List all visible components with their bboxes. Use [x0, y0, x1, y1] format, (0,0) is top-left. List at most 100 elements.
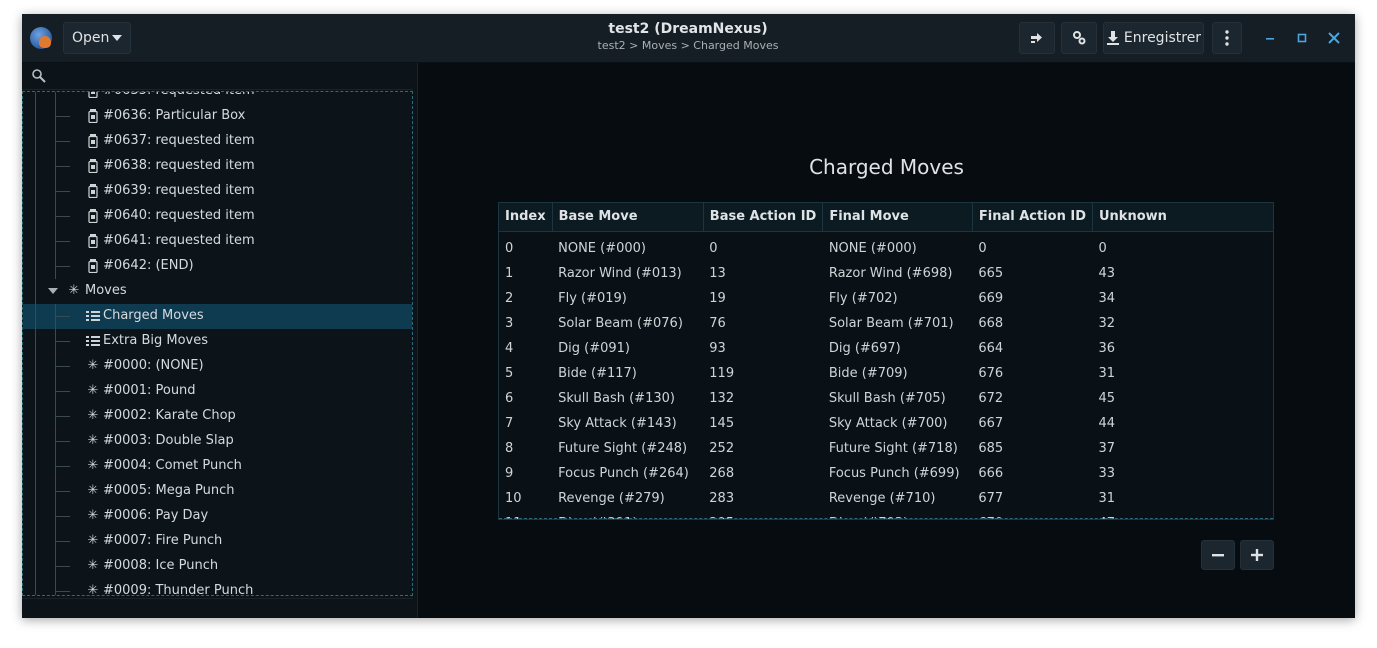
table-cell[interactable]: 0: [972, 231, 1092, 261]
tree-item[interactable]: #0636: Particular Box: [23, 104, 412, 129]
tree-item[interactable]: ✳ #0001: Pound: [23, 379, 412, 404]
tree-item[interactable]: ✳ #0008: Ice Punch: [23, 554, 412, 579]
table-cell[interactable]: 665: [972, 261, 1092, 286]
table-cell[interactable]: Fly (#019): [552, 286, 703, 311]
main-menu-button[interactable]: [1212, 22, 1242, 54]
table-cell[interactable]: 666: [972, 461, 1092, 486]
tree-item[interactable]: ✳ #0009: Thunder Punch: [23, 579, 412, 595]
table-cell[interactable]: 76: [703, 311, 823, 336]
table-cell[interactable]: NONE (#000): [552, 231, 703, 261]
table-row[interactable]: 8 Future Sight (#248) 252 Future Sight (#71…: [499, 436, 1273, 461]
table-cell[interactable]: 3: [499, 311, 552, 336]
table-cell[interactable]: 268: [703, 461, 823, 486]
table-cell[interactable]: Bide (#709): [823, 361, 973, 386]
table-cell[interactable]: 4: [499, 336, 552, 361]
table-cell[interactable]: Future Sight (#718): [823, 436, 973, 461]
table-cell[interactable]: 31: [1092, 361, 1273, 386]
table-cell[interactable]: 2: [499, 286, 552, 311]
table-cell[interactable]: 7: [499, 411, 552, 436]
table-cell[interactable]: 664: [972, 336, 1092, 361]
table-row[interactable]: 9 Focus Punch (#264) 268 Focus Punch (#699)…: [499, 461, 1273, 486]
table-cell[interactable]: 672: [972, 386, 1092, 411]
table-cell[interactable]: 677: [972, 486, 1092, 511]
tree-item[interactable]: #0640: requested item: [23, 204, 412, 229]
table-cell[interactable]: 93: [703, 336, 823, 361]
table-cell[interactable]: 13: [703, 261, 823, 286]
table-cell[interactable]: 1: [499, 261, 552, 286]
table-cell[interactable]: Sky Attack (#700): [823, 411, 973, 436]
table-row[interactable]: 7 Sky Attack (#143) 145 Sky Attack (#700) 66…: [499, 411, 1273, 436]
tree-item[interactable]: #0641: requested item: [23, 229, 412, 254]
table-cell[interactable]: 37: [1092, 436, 1273, 461]
tree-item[interactable]: #0635: requested item: [23, 92, 412, 104]
close-button[interactable]: [1324, 28, 1344, 48]
table-cell[interactable]: Dig (#091): [552, 336, 703, 361]
table-cell[interactable]: 8: [499, 436, 552, 461]
tree-item[interactable]: ✳ #0000: (NONE): [23, 354, 412, 379]
table-cell[interactable]: 0: [703, 231, 823, 261]
table-cell[interactable]: 0: [1092, 231, 1273, 261]
table-cell[interactable]: 145: [703, 411, 823, 436]
table-cell[interactable]: 19: [703, 286, 823, 311]
tree-item[interactable]: ✳ Moves: [23, 279, 412, 304]
table-cell[interactable]: 32: [1092, 311, 1273, 336]
add-row-button[interactable]: [1240, 540, 1274, 570]
table-cell[interactable]: 667: [972, 411, 1092, 436]
remove-row-button[interactable]: [1201, 540, 1235, 570]
table-row[interactable]: 3 Solar Beam (#076) 76 Solar Beam (#701) 668…: [499, 311, 1273, 336]
settings-button[interactable]: [1061, 22, 1097, 54]
save-button[interactable]: Enregistrer: [1103, 22, 1204, 54]
tree-item[interactable]: ✳ #0003: Double Slap: [23, 429, 412, 454]
table-cell[interactable]: 669: [972, 286, 1092, 311]
table-cell[interactable]: 36: [1092, 336, 1273, 361]
table-row[interactable]: 2 Fly (#019) 19 Fly (#702) 669 34: [499, 286, 1273, 311]
table-cell[interactable]: Razor Wind (#698): [823, 261, 973, 286]
table-cell[interactable]: Focus Punch (#699): [823, 461, 973, 486]
table-cell[interactable]: 668: [972, 311, 1092, 336]
column-header-final-action-id[interactable]: Final Action ID: [972, 203, 1093, 232]
table-cell[interactable]: 5: [499, 361, 552, 386]
search-bar[interactable]: [22, 63, 413, 90]
open-button[interactable]: Open: [63, 22, 131, 54]
tree-item[interactable]: Charged Moves: [23, 304, 412, 329]
column-header-base-move[interactable]: Base Move: [552, 203, 704, 232]
table-cell[interactable]: 676: [972, 361, 1092, 386]
table-cell[interactable]: 33: [1092, 461, 1273, 486]
tree-item[interactable]: #0637: requested item: [23, 129, 412, 154]
table-cell[interactable]: Razor Wind (#013): [552, 261, 703, 286]
table-cell[interactable]: 45: [1092, 386, 1273, 411]
table-cell[interactable]: Solar Beam (#701): [823, 311, 973, 336]
table-cell[interactable]: 685: [972, 436, 1092, 461]
maximize-button[interactable]: [1292, 28, 1312, 48]
table-cell[interactable]: Revenge (#710): [823, 486, 973, 511]
tree-item[interactable]: #0638: requested item: [23, 154, 412, 179]
column-header-index[interactable]: Index: [499, 203, 553, 232]
tree-view[interactable]: #0635: requested item #0636: Particular B…: [22, 91, 413, 596]
table-cell[interactable]: Skull Bash (#705): [823, 386, 973, 411]
table-row[interactable]: 6 Skull Bash (#130) 132 Skull Bash (#705) 67…: [499, 386, 1273, 411]
table-cell[interactable]: Revenge (#279): [552, 486, 703, 511]
table-cell[interactable]: NONE (#000): [823, 231, 973, 261]
column-header-final-move[interactable]: Final Move: [822, 203, 973, 232]
table-cell[interactable]: 252: [703, 436, 823, 461]
table-cell[interactable]: 10: [499, 486, 552, 511]
table-cell[interactable]: 44: [1092, 411, 1273, 436]
tree-item[interactable]: Extra Big Moves: [23, 329, 412, 354]
table-cell[interactable]: 0: [499, 231, 552, 261]
table-cell[interactable]: 43: [1092, 261, 1273, 286]
table-cell[interactable]: Solar Beam (#076): [552, 311, 703, 336]
table-cell[interactable]: 34: [1092, 286, 1273, 311]
tree-item[interactable]: ✳ #0006: Pay Day: [23, 504, 412, 529]
table-cell[interactable]: 9: [499, 461, 552, 486]
tree-item[interactable]: #0639: requested item: [23, 179, 412, 204]
tree-item[interactable]: ✳ #0005: Mega Punch: [23, 479, 412, 504]
table-row[interactable]: 1 Razor Wind (#013) 13 Razor Wind (#698) 665…: [499, 261, 1273, 286]
arrange-button[interactable]: [1019, 22, 1055, 54]
table-cell[interactable]: Dig (#697): [823, 336, 973, 361]
table-row[interactable]: 10 Revenge (#279) 283 Revenge (#710) 677 31: [499, 486, 1273, 511]
table-cell[interactable]: Focus Punch (#264): [552, 461, 703, 486]
tree-item[interactable]: ✳ #0004: Comet Punch: [23, 454, 412, 479]
tree-item[interactable]: ✳ #0007: Fire Punch: [23, 529, 412, 554]
table-cell[interactable]: 283: [703, 486, 823, 511]
table-row[interactable]: 5 Bide (#117) 119 Bide (#709) 676 31: [499, 361, 1273, 386]
